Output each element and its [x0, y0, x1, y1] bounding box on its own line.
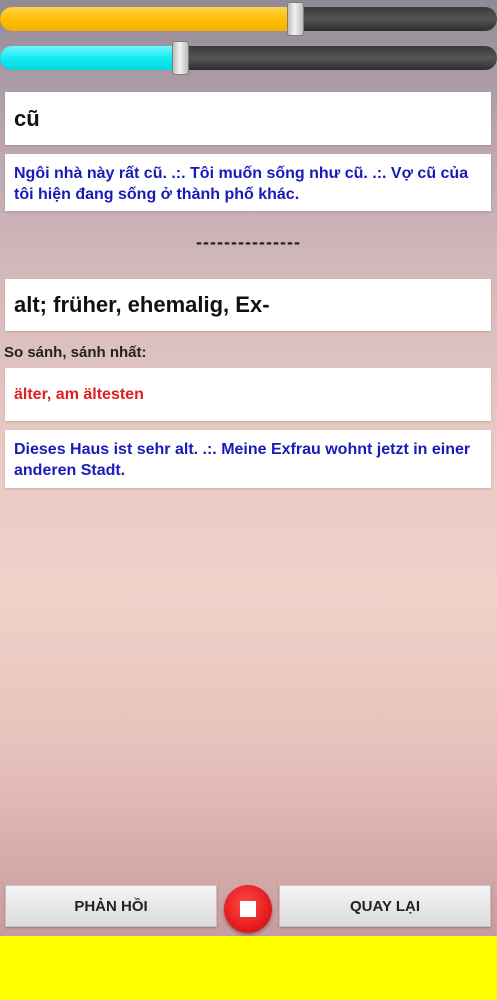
volume-slider[interactable]: [0, 41, 497, 75]
comparison-label: So sánh, sánh nhất:: [4, 344, 147, 361]
slider-thumb[interactable]: [172, 41, 189, 75]
german-word: alt; früher, ehemalig, Ex-: [5, 279, 491, 331]
back-button[interactable]: QUAY LẠI: [279, 885, 491, 927]
vietnamese-example: Ngôi nhà này rất cũ. .:. Tôi muốn sống n…: [5, 154, 491, 211]
slider-fill: [0, 46, 181, 70]
separator: ---------------: [196, 232, 301, 252]
vietnamese-word: cũ: [5, 92, 491, 145]
stop-button[interactable]: [224, 885, 272, 933]
feedback-button[interactable]: PHẢN HỒI: [5, 885, 217, 927]
slider-thumb[interactable]: [287, 2, 304, 36]
slider-fill: [0, 7, 296, 31]
bottom-banner: [0, 936, 497, 1000]
german-example: Dieses Haus ist sehr alt. .:. Meine Exfr…: [5, 430, 491, 488]
speed-slider[interactable]: [0, 2, 497, 36]
comparison-forms: älter, am ältesten: [5, 368, 491, 421]
stop-icon: [240, 901, 256, 917]
